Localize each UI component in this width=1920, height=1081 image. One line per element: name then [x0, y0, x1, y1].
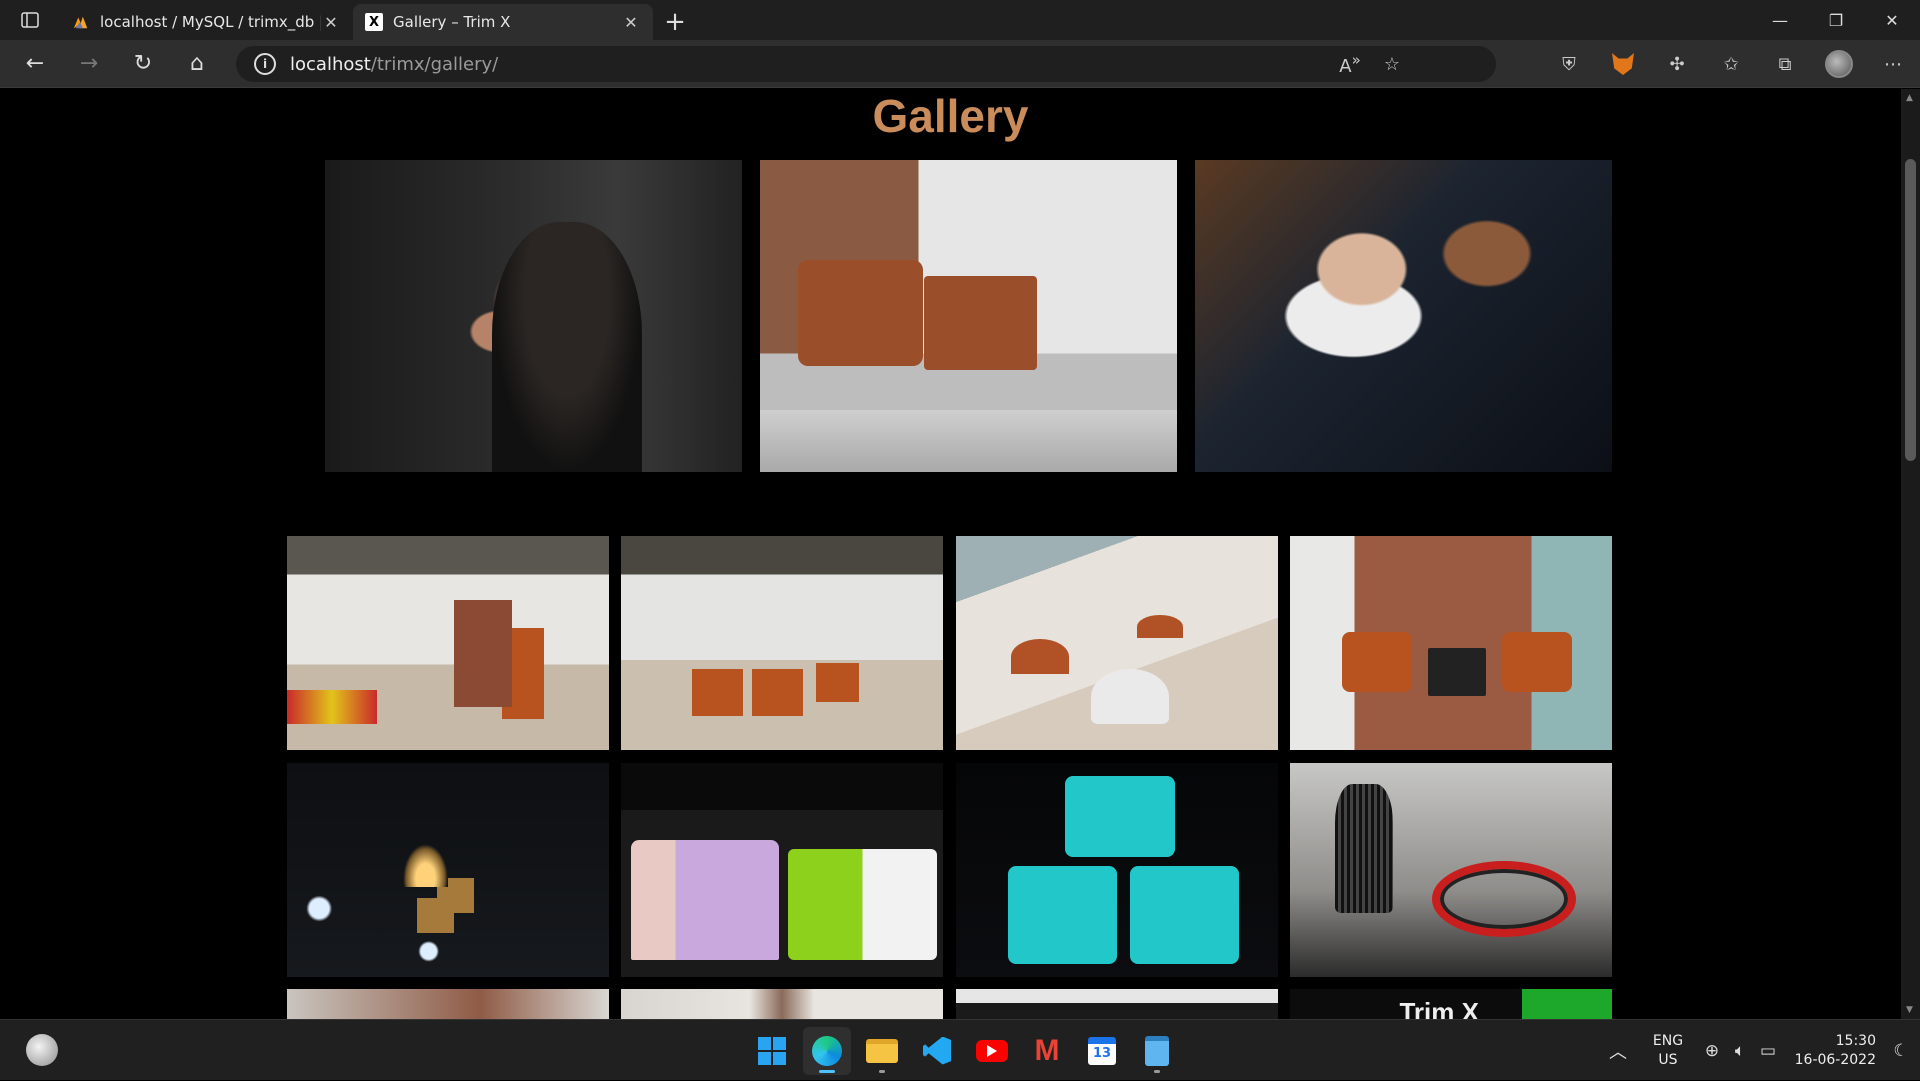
trim-x-sign-photo[interactable]: Trim X [1290, 989, 1612, 1019]
salon-interior-photo-2[interactable] [621, 536, 943, 750]
page-title: Gallery [872, 90, 1029, 142]
tab-title: Gallery – Trim X [393, 13, 511, 31]
favorites-icon[interactable]: ✩ [1704, 40, 1758, 88]
taskbar-apps: M 13 [748, 1020, 1181, 1081]
clock-date: 16-06-2022 [1794, 1051, 1876, 1068]
phpmyadmin-icon [72, 13, 90, 31]
close-tab-icon[interactable]: ✕ [321, 13, 341, 32]
calendar-icon[interactable]: 13 [1078, 1027, 1126, 1075]
battery-icon[interactable]: ▭ [1754, 1041, 1782, 1061]
site-info-icon[interactable]: i [254, 53, 276, 75]
notepad-icon[interactable] [1133, 1027, 1181, 1075]
start-button[interactable] [748, 1027, 796, 1075]
salon-interior-photo-3[interactable] [956, 536, 1278, 750]
barber-haircut-photo[interactable] [325, 160, 742, 472]
add-favorite-icon[interactable]: ☆ [1372, 54, 1412, 75]
metamask-icon[interactable] [1596, 40, 1650, 88]
close-window-button[interactable]: ✕ [1864, 0, 1920, 40]
profile-avatar[interactable] [1812, 40, 1866, 88]
windows-taskbar: M 13 ︿ ENG US ⊕ 🔈︎ ▭ 15:30 16-06-2022 ☾ [0, 1019, 1920, 1080]
language-code: ENG [1652, 1032, 1684, 1049]
minimize-button[interactable]: — [1752, 0, 1808, 40]
tab-gallery[interactable]: X Gallery – Trim X ✕ [353, 4, 653, 40]
extensions-puzzle-icon[interactable]: ✣ [1650, 40, 1704, 88]
clock-time: 15:30 [1835, 1032, 1876, 1049]
partial-photo-2[interactable] [621, 989, 943, 1019]
scrollbar-thumb[interactable] [1905, 159, 1916, 461]
scroll-up-icon[interactable]: ▲ [1906, 93, 1913, 103]
system-tray: ︿ ENG US ⊕ 🔈︎ ▭ 15:30 16-06-2022 ☾ [1598, 1020, 1920, 1081]
forward-button[interactable]: → [62, 44, 116, 84]
url-path: /trimx/gallery/ [370, 53, 499, 75]
hair-mask-jars-photo[interactable] [956, 763, 1278, 977]
clock[interactable]: 15:30 16-06-2022 [1782, 1032, 1882, 1070]
url-host: localhost [290, 53, 371, 75]
refresh-button[interactable]: ↻ [116, 44, 170, 84]
file-explorer-icon[interactable] [858, 1027, 906, 1075]
toolbar-extensions: ⛨ ✣ ✩ ⧉ ⋯ [1542, 40, 1920, 88]
pendant-lights-photo[interactable] [287, 763, 609, 977]
weather-widget-icon[interactable] [26, 1034, 58, 1066]
hair-products-shelf-photo[interactable] [621, 763, 943, 977]
tab-title: localhost / MySQL / trimx_db | p [100, 13, 321, 31]
close-tab-icon[interactable]: ✕ [621, 13, 641, 32]
new-tab-button[interactable]: + [653, 4, 697, 40]
salon-wash-station-photo[interactable] [760, 160, 1177, 472]
volume-icon[interactable]: 🔈︎ [1726, 1041, 1754, 1061]
focus-assist-icon[interactable]: ☾ [1882, 1041, 1920, 1061]
edge-taskbar-icon[interactable] [803, 1026, 851, 1075]
more-menu-icon[interactable]: ⋯ [1866, 40, 1920, 88]
browser-titlebar: localhost / MySQL / trimx_db | p ✕ X Gal… [0, 0, 1920, 40]
region-code: US [1658, 1051, 1678, 1068]
address-actions: A» ☆ [1330, 46, 1412, 82]
home-button[interactable]: ⌂ [170, 44, 224, 84]
scroll-down-icon[interactable]: ▼ [1906, 1005, 1913, 1015]
comb-and-scissors-photo[interactable] [1290, 763, 1612, 977]
salon-interior-photo-4[interactable] [1290, 536, 1612, 750]
sign-text: Trim X [1399, 997, 1479, 1019]
window-controls: — ❐ ✕ [1752, 0, 1920, 40]
extension-icon[interactable]: ⛨ [1542, 40, 1596, 88]
gmail-icon[interactable]: M [1023, 1027, 1071, 1075]
partial-photo-3[interactable] [956, 989, 1278, 1019]
youtube-icon[interactable] [968, 1027, 1016, 1075]
restore-button[interactable]: ❐ [1808, 0, 1864, 40]
back-button[interactable]: ← [8, 44, 62, 84]
vscode-icon[interactable] [913, 1027, 961, 1075]
page-viewport: Gallery Trim X [0, 89, 1901, 1019]
read-aloud-icon[interactable]: A» [1330, 51, 1370, 77]
browser-toolbar: ← → ↻ ⌂ i localhost/trimx/gallery/ A» ☆ … [0, 40, 1920, 88]
network-icon[interactable]: ⊕ [1698, 1041, 1726, 1061]
partial-photo-1[interactable] [287, 989, 609, 1019]
tab-phpmyadmin[interactable]: localhost / MySQL / trimx_db | p ✕ [60, 4, 353, 40]
address-bar[interactable]: i localhost/trimx/gallery/ A» ☆ [236, 46, 1496, 82]
tab-actions-button[interactable] [0, 0, 60, 40]
trimx-favicon-icon: X [365, 13, 383, 31]
tab-actions-icon [21, 12, 39, 28]
barber-shave-photo[interactable] [1195, 160, 1612, 472]
salon-interior-photo-1[interactable] [287, 536, 609, 750]
page-scrollbar[interactable]: ▲ ▼ [1901, 89, 1920, 1019]
language-indicator[interactable]: ENG US [1638, 1032, 1698, 1070]
collections-icon[interactable]: ⧉ [1758, 40, 1812, 88]
show-hidden-icons-chevron-icon[interactable]: ︿ [1598, 1038, 1638, 1064]
